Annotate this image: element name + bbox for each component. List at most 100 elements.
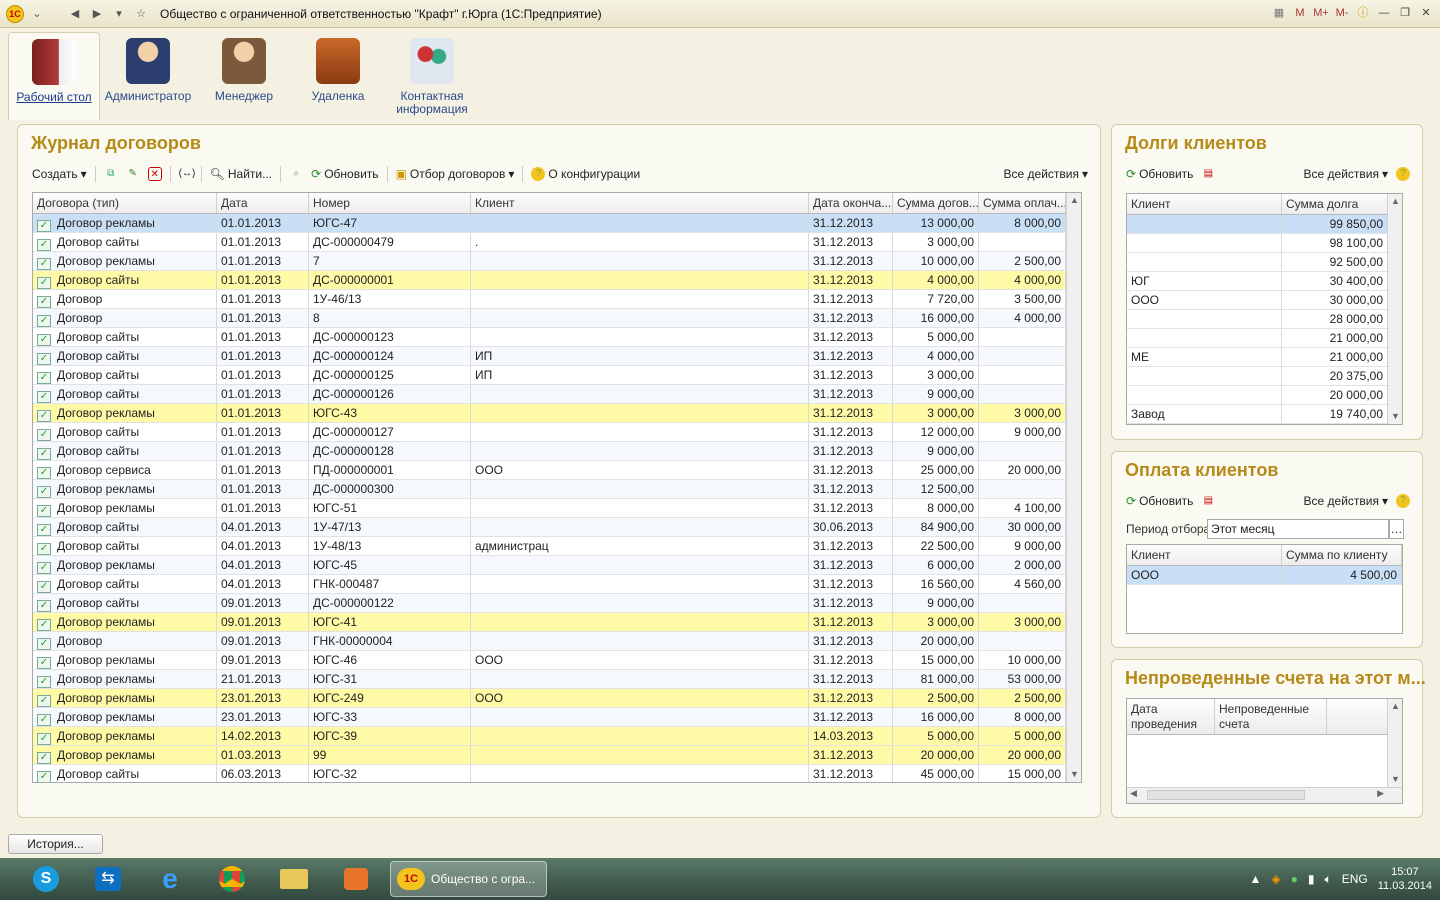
table-row[interactable]: ✓ Договор рекламы 01.03.2013 99 31.12.2013 20… xyxy=(33,746,1081,765)
delete-icon[interactable]: ✕ xyxy=(147,167,162,181)
scroll-right-icon[interactable]: ▶ xyxy=(1377,788,1384,799)
table-row[interactable]: Завод 19 740,00 xyxy=(1127,405,1402,424)
report-icon[interactable]: ▤ xyxy=(1201,494,1215,508)
history-button[interactable]: История... xyxy=(8,834,103,854)
table-row[interactable]: ✓ Договор рекламы 04.01.2013 ЮГС-45 31.12.20… xyxy=(33,556,1081,575)
tray-app-icon[interactable]: ◈ xyxy=(1271,872,1280,886)
vertical-scrollbar[interactable]: ▲ ▼ xyxy=(1387,699,1402,787)
memory-minus-button[interactable]: M- xyxy=(1334,4,1350,22)
help-icon[interactable]: ? xyxy=(1396,494,1410,508)
info-icon[interactable]: ⓘ xyxy=(1355,4,1371,22)
app-orange-icon[interactable] xyxy=(336,862,376,896)
app-logo-icon[interactable]: 1С xyxy=(6,4,24,23)
main-menu-icon[interactable]: ⌄ xyxy=(28,5,46,23)
table-row[interactable]: ✓ Договор сайты 01.01.2013 ДС-000000001 31.1… xyxy=(33,271,1081,290)
teamviewer-icon[interactable]: ⇆ xyxy=(88,862,128,896)
clock[interactable]: 15:07 11.03.2014 xyxy=(1378,865,1432,893)
column-header[interactable]: Сумма оплач... xyxy=(979,193,1066,213)
section-admin[interactable]: Администратор xyxy=(102,32,194,103)
history-dropdown-icon[interactable]: ▾ xyxy=(110,5,128,23)
favorites-star-icon[interactable]: ☆ xyxy=(132,5,150,23)
taskbar-active-window[interactable]: 1С Общество с огра... xyxy=(390,861,547,897)
close-icon[interactable]: ✕ xyxy=(1418,4,1434,22)
table-row[interactable]: ✓ Договор 01.01.2013 1У-46/13 31.12.2013 7 72… xyxy=(33,290,1081,309)
debts-table[interactable]: Клиент Сумма долга 99 850,00 98 100,00 92 … xyxy=(1126,193,1403,425)
about-button[interactable]: ? О конфигурации xyxy=(531,167,640,181)
column-header[interactable]: Сумма долга xyxy=(1282,194,1388,214)
table-row[interactable]: ✓ Договор сайты 01.01.2013 ДС-000000123 31.1… xyxy=(33,328,1081,347)
back-icon[interactable]: ◀ xyxy=(66,5,84,23)
volume-icon[interactable]: 🔈︎ xyxy=(1325,872,1332,887)
memory-button[interactable]: M xyxy=(1292,4,1308,22)
table-row[interactable]: 20 375,00 xyxy=(1127,367,1402,386)
table-row[interactable]: ✓ Договор рекламы 23.01.2013 ЮГС-33 31.12.20… xyxy=(33,708,1081,727)
memory-plus-button[interactable]: M+ xyxy=(1313,4,1329,22)
column-header[interactable]: Сумма по клиенту xyxy=(1282,545,1402,565)
file-explorer-icon[interactable] xyxy=(274,862,314,896)
section-remote[interactable]: Удаленка xyxy=(292,32,384,103)
help-icon[interactable]: ? xyxy=(1396,167,1410,181)
table-row[interactable]: ✓ Договор сайты 01.01.2013 ДС-000000125 ИП 31… xyxy=(33,366,1081,385)
scroll-left-icon[interactable]: ◀ xyxy=(1130,788,1137,799)
table-row[interactable]: 99 850,00 xyxy=(1127,215,1402,234)
internet-explorer-icon[interactable]: e xyxy=(150,862,190,896)
table-row[interactable]: 98 100,00 xyxy=(1127,234,1402,253)
table-row[interactable]: ✓ Договор рекламы 01.01.2013 ЮГС-51 31.12.20… xyxy=(33,499,1081,518)
table-row[interactable]: МЕ 21 000,00 xyxy=(1127,348,1402,367)
scroll-down-icon[interactable]: ▼ xyxy=(1388,409,1402,424)
vertical-scrollbar[interactable]: ▲ ▼ xyxy=(1066,193,1081,782)
column-header[interactable]: Клиент xyxy=(1127,545,1282,565)
table-row[interactable]: ✓ Договор рекламы 14.02.2013 ЮГС-39 14.03.20… xyxy=(33,727,1081,746)
table-row[interactable]: ✓ Договор рекламы 09.01.2013 ЮГС-41 31.12.20… xyxy=(33,613,1081,632)
payments-refresh-button[interactable]: ⟳ Обновить xyxy=(1126,494,1193,508)
table-row[interactable]: ✓ Договор рекламы 01.01.2013 ЮГС-43 31.12.20… xyxy=(33,404,1081,423)
table-row[interactable]: ✓ Договор рекламы 01.01.2013 ЮГС-47 31.12.20… xyxy=(33,214,1081,233)
all-actions-button[interactable]: Все действия ▾ xyxy=(1004,167,1089,181)
debts-refresh-button[interactable]: ⟳ Обновить xyxy=(1126,167,1193,181)
table-row[interactable]: ООО 4 500,00 xyxy=(1127,566,1402,585)
column-header[interactable]: Дата проведения xyxy=(1127,699,1215,734)
table-row[interactable]: ✓ Договор сайты 01.01.2013 ДС-000000126 31.1… xyxy=(33,385,1081,404)
scroll-thumb[interactable] xyxy=(1147,790,1305,800)
forward-icon[interactable]: ▶ xyxy=(88,5,106,23)
table-row[interactable]: ✓ Договор сайты 06.03.2013 ЮГС-32 31.12.2013… xyxy=(33,765,1081,782)
table-row[interactable]: ✓ Договор 01.01.2013 8 31.12.2013 16 000,00 4 … xyxy=(33,309,1081,328)
section-manager[interactable]: Менеджер xyxy=(198,32,290,103)
period-select-button[interactable]: … xyxy=(1389,519,1404,539)
table-row[interactable]: ✓ Договор сайты 09.01.2013 ДС-000000122 31.1… xyxy=(33,594,1081,613)
create-button[interactable]: Создать ▾ xyxy=(32,167,87,181)
edit-pencil-icon[interactable]: ✎ xyxy=(126,167,140,181)
minimize-icon[interactable]: — xyxy=(1376,4,1392,22)
table-row[interactable]: ✓ Договор сайты 01.01.2013 ДС-000000127 31.1… xyxy=(33,423,1081,442)
table-row[interactable]: 21 000,00 xyxy=(1127,329,1402,348)
table-row[interactable]: 92 500,00 xyxy=(1127,253,1402,272)
report-icon[interactable]: ▤ xyxy=(1201,167,1215,181)
section-desktop[interactable]: Рабочий стол xyxy=(8,32,100,120)
filter-button[interactable]: ▣ Отбор договоров ▾ xyxy=(396,167,515,181)
cancel-search-icon[interactable]: ⌕ xyxy=(289,167,303,181)
change-icon[interactable]: (↔) xyxy=(179,167,196,181)
payments-table[interactable]: Клиент Сумма по клиенту ООО 4 500,00 xyxy=(1126,544,1403,634)
language-indicator[interactable]: ENG xyxy=(1342,872,1368,886)
show-hidden-icons-icon[interactable]: ▲ xyxy=(1250,872,1262,886)
table-row[interactable]: ✓ Договор 09.01.2013 ГНК-00000004 31.12.2013… xyxy=(33,632,1081,651)
scroll-up-icon[interactable]: ▲ xyxy=(1388,699,1402,714)
table-row[interactable]: ✓ Договор сайты 01.01.2013 ДС-000000128 31.1… xyxy=(33,442,1081,461)
column-header[interactable]: Сумма догов... xyxy=(893,193,979,213)
column-header[interactable]: Клиент xyxy=(1127,194,1282,214)
calendar-icon[interactable]: ▦ xyxy=(1271,4,1287,22)
column-header[interactable]: Договора (тип) xyxy=(33,193,217,213)
column-header[interactable]: Клиент xyxy=(471,193,809,213)
table-row[interactable]: ✓ Договор рекламы 01.01.2013 7 31.12.2013 10 … xyxy=(33,252,1081,271)
table-row[interactable]: 20 000,00 xyxy=(1127,386,1402,405)
column-header[interactable]: Дата xyxy=(217,193,309,213)
payments-all-actions-button[interactable]: Все действия ▾ xyxy=(1304,494,1389,508)
table-row[interactable]: ✓ Договор рекламы 23.01.2013 ЮГС-249 ООО 31.1… xyxy=(33,689,1081,708)
debts-all-actions-button[interactable]: Все действия ▾ xyxy=(1304,167,1389,181)
section-contacts[interactable]: Контактная информация xyxy=(386,32,478,116)
table-row[interactable]: ✓ Договор рекламы 21.01.2013 ЮГС-31 31.12.20… xyxy=(33,670,1081,689)
restore-icon[interactable]: ❐ xyxy=(1397,4,1413,22)
table-row[interactable]: ✓ Договор рекламы 09.01.2013 ЮГС-46 ООО 31.12… xyxy=(33,651,1081,670)
table-row[interactable]: 28 000,00 xyxy=(1127,310,1402,329)
invoices-table[interactable]: Дата проведения Непроведенные счета ▲ ▼ … xyxy=(1126,698,1403,804)
